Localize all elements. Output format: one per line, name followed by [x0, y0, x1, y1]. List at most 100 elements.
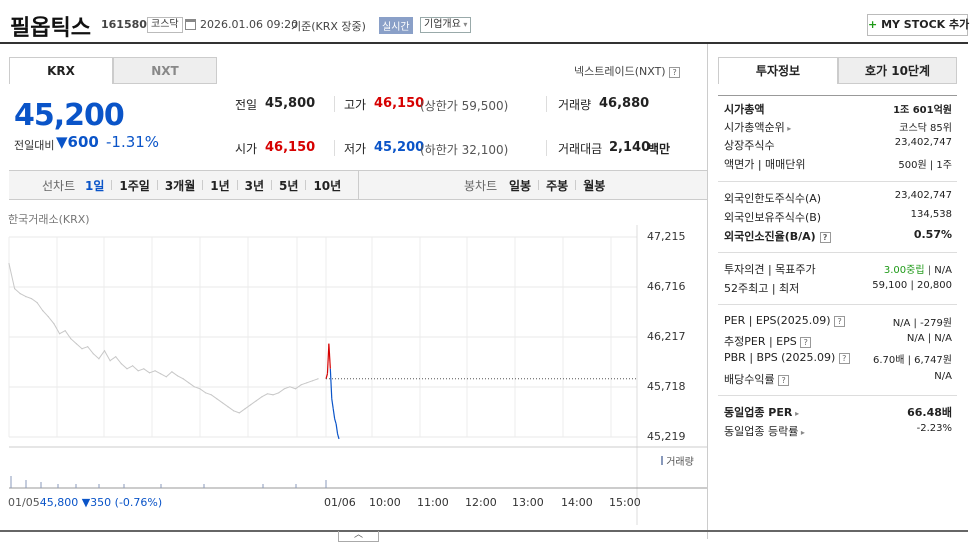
amount-unit: 백만	[648, 142, 671, 156]
realtime-badge[interactable]: 실시간	[379, 17, 413, 34]
series-prev-day-point	[126, 368, 128, 370]
foreign-hold-label: 외국인보유주식수(B)	[724, 211, 822, 224]
calendar-icon	[185, 19, 196, 30]
listed-shares-label: 상장주식수	[724, 139, 775, 152]
opinion-row: 투자의견 | 목표주가 3.00중립 | N/A	[724, 261, 952, 277]
tab-investment-info[interactable]: 투자정보	[718, 57, 838, 84]
series-prev-day-point	[289, 386, 291, 388]
nextrade-link[interactable]: 넥스트레이드(NXT) ?	[574, 63, 681, 79]
volume-value: 46,880	[599, 96, 650, 111]
series-prev-day-point	[249, 404, 252, 406]
company-overview-button[interactable]: 기업개요 ▾	[420, 17, 472, 33]
price-chart[interactable]	[0, 225, 707, 525]
pbr-label: PBR | BPS (2025.09) ?	[724, 351, 850, 364]
help-icon[interactable]: ?	[778, 374, 790, 386]
series-prev-day-point	[244, 408, 246, 410]
sector-per-row[interactable]: 동일업종 PER ▸ 66.48배	[724, 404, 952, 420]
tab-line-0[interactable]: 1일	[85, 179, 104, 193]
series-today-segment	[329, 368, 333, 399]
open-label: 시가	[235, 142, 258, 156]
market-badge: 코스닥	[147, 17, 183, 33]
y-tick-label: 45,718	[647, 380, 686, 393]
help-icon[interactable]: ?	[800, 336, 812, 348]
foreign-limit-label: 외국인한도주식수(A)	[724, 192, 822, 205]
market-cap-rank-value: 코스닥 85위	[899, 123, 952, 134]
tab-separator	[575, 180, 577, 190]
divider	[718, 304, 957, 305]
tab-line-6[interactable]: 10년	[313, 179, 341, 193]
sector-change-value: -2.23%	[916, 423, 952, 434]
pbr-row: PBR | BPS (2025.09) ? 6.70배 | 6,747원	[724, 351, 952, 367]
help-icon[interactable]: ?	[669, 66, 681, 78]
tab-line-2[interactable]: 3개월	[165, 179, 195, 193]
target-price: N/A	[934, 265, 952, 276]
series-prev-day-point	[75, 343, 78, 345]
tab-candle-1[interactable]: 주봉	[546, 179, 568, 193]
par-label: 액면가 | 매매단위	[724, 158, 806, 171]
change-value: ▼600	[56, 133, 99, 151]
series-prev-day-point	[137, 370, 139, 372]
series-prev-day-point	[70, 338, 72, 340]
help-icon[interactable]: ?	[834, 315, 846, 327]
candle-chart-label: 봉차트	[464, 179, 498, 193]
low-value: 45,200	[374, 140, 425, 155]
series-prev-day-point	[30, 298, 33, 300]
prev-day-close: 45,800	[39, 496, 79, 509]
expand-toggle-button[interactable]: ︿	[338, 531, 379, 542]
y-tick-label: 46,716	[647, 280, 686, 293]
series-prev-day-point	[148, 372, 151, 374]
tab-separator	[202, 180, 204, 190]
tab-order-book[interactable]: 호가 10단계	[838, 57, 957, 84]
series-prev-day-point	[92, 353, 94, 355]
tab-krx[interactable]: KRX	[9, 57, 113, 84]
basis-text: 기준(KRX 장중)	[291, 20, 366, 33]
my-stock-label: MY STOCK 추가	[881, 18, 970, 31]
market-cap-rank-row[interactable]: 시가총액순위 ▸ 코스닥 85위	[724, 119, 952, 135]
sector-change-row[interactable]: 동일업종 등락률 ▸ -2.23%	[724, 423, 952, 439]
series-prev-day-point	[266, 393, 269, 395]
help-icon[interactable]: ?	[819, 231, 831, 243]
series-prev-day-point	[8, 262, 10, 265]
tab-separator	[271, 180, 273, 190]
par-value: 500원 | 1주	[898, 160, 952, 171]
nextrade-label: 넥스트레이드(NXT)	[574, 65, 666, 78]
volume-legend-swatch	[661, 456, 663, 465]
tab-line-5[interactable]: 5년	[279, 179, 298, 193]
tab-nxt[interactable]: NXT	[113, 57, 217, 84]
tab-separator	[111, 180, 113, 190]
help-icon[interactable]: ?	[838, 352, 850, 364]
tab-candle-0[interactable]: 일봉	[509, 179, 531, 193]
upper-limit: (상한가 59,500)	[420, 99, 509, 113]
tab-candle-2[interactable]: 월봉	[583, 179, 605, 193]
series-prev-day-point	[98, 358, 100, 360]
foreign-limit-value: 23,402,747	[894, 190, 952, 201]
tab-line-1[interactable]: 1주일	[119, 179, 149, 193]
prev-day-date: 01/05	[8, 496, 40, 509]
company-overview-label: 기업개요	[424, 19, 461, 30]
series-prev-day-point	[210, 394, 212, 396]
my-stock-button[interactable]: + MY STOCK 추가	[867, 14, 970, 36]
series-prev-day-point	[176, 375, 179, 377]
chevron-down-icon: ▾	[460, 20, 468, 29]
series-prev-day-point	[300, 384, 302, 386]
main-border-left	[707, 44, 708, 539]
chevron-right-icon: ▸	[798, 428, 805, 437]
per-row: PER | EPS(2025.09) ? N/A | -279원	[724, 314, 952, 330]
series-prev-day-point	[58, 333, 61, 335]
series-prev-day-point	[115, 356, 117, 358]
opinion-value: 3.00중립 | N/A	[883, 265, 952, 276]
series-today-segment	[334, 418, 337, 425]
series-prev-day-point	[120, 363, 122, 365]
series-prev-day-point	[87, 346, 89, 348]
series-prev-day-point	[317, 378, 319, 380]
series-prev-day-point	[294, 388, 297, 390]
series-prev-day-point	[193, 386, 195, 388]
prev-close-label: 전일	[235, 98, 258, 112]
tab-line-3[interactable]: 1년	[210, 179, 229, 193]
high-label: 고가	[344, 98, 367, 112]
foreign-ratio-row: 외국인소진율(B/A) ? 0.57%	[724, 228, 952, 244]
series-prev-day-point	[233, 410, 235, 412]
series-prev-day-point	[306, 382, 308, 384]
par-row: 액면가 | 매매단위 500원 | 1주	[724, 156, 952, 172]
tab-line-4[interactable]: 3년	[245, 179, 264, 193]
